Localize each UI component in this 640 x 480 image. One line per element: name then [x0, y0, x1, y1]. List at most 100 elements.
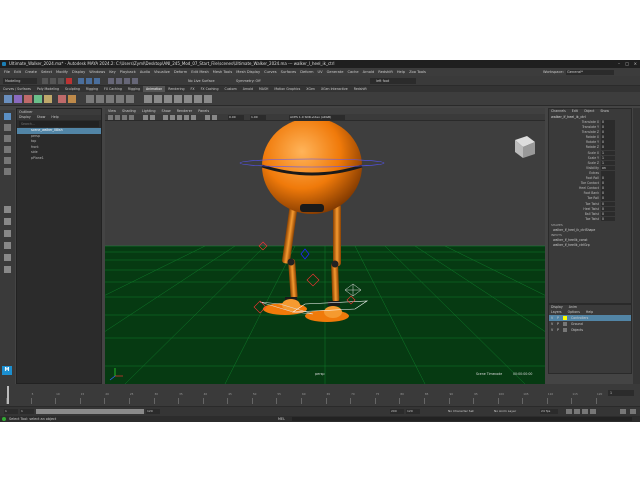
- shelf-scale-icon[interactable]: [116, 95, 124, 103]
- shelf-ik-icon[interactable]: [68, 95, 76, 103]
- shelf-aim-icon[interactable]: [126, 95, 134, 103]
- auto-key-icon[interactable]: [620, 409, 626, 414]
- time-ruler[interactable]: 0510152025303540455055606570758085909510…: [6, 386, 602, 404]
- shelf-dope-sheet-icon[interactable]: [44, 95, 52, 103]
- close-icon[interactable]: ×: [634, 60, 637, 68]
- outliner-menu-show[interactable]: Show: [37, 115, 46, 119]
- channels-object-menu[interactable]: Object: [584, 109, 594, 113]
- channels-show-menu[interactable]: Show: [600, 109, 609, 113]
- textured-icon[interactable]: [177, 115, 182, 120]
- workspace-select[interactable]: General*: [566, 69, 614, 75]
- start-frame-field[interactable]: 1: [4, 409, 18, 414]
- outliner-search-input[interactable]: Search...: [19, 121, 99, 127]
- display-layer-row[interactable]: V P Objects: [549, 327, 631, 333]
- channel-attribute-value[interactable]: on: [601, 165, 615, 171]
- menu-mesh-tools[interactable]: Mesh Tools: [213, 68, 232, 76]
- outliner-menu-help[interactable]: Help: [51, 115, 58, 119]
- snap-point-icon[interactable]: [124, 78, 130, 84]
- viewport-menu-renderer[interactable]: Renderer: [177, 109, 192, 113]
- channel-attribute-value[interactable]: 0: [601, 186, 615, 191]
- prefs-icon[interactable]: [630, 409, 636, 414]
- live-surface-label[interactable]: No Live Surface: [188, 77, 215, 85]
- menu-redshift[interactable]: Redshift: [378, 68, 393, 76]
- channel-attribute-value[interactable]: 0: [601, 135, 615, 140]
- menu-generate[interactable]: Generate: [327, 68, 344, 76]
- menu-playback[interactable]: Playback: [120, 68, 136, 76]
- menu-visualize[interactable]: Visualize: [154, 68, 170, 76]
- colorspace-select[interactable]: ACES 1.0 SDR-video (sRGB): [289, 114, 345, 120]
- channel-attribute-value[interactable]: 0: [601, 140, 615, 145]
- shelf-turntable-icon[interactable]: [194, 95, 202, 103]
- snap-view-icon[interactable]: [132, 78, 138, 84]
- image-plane-icon[interactable]: [129, 115, 134, 120]
- channel-attribute-value[interactable]: 0: [601, 176, 615, 181]
- menu-uv[interactable]: UV: [318, 68, 323, 76]
- select-object-icon[interactable]: [86, 78, 92, 84]
- layers-menu[interactable]: Layers: [551, 310, 562, 314]
- symmetry-label[interactable]: Symmetry: Off: [236, 77, 261, 85]
- persp-graph-layout-icon[interactable]: [4, 242, 11, 249]
- help-menu[interactable]: Help: [586, 310, 593, 314]
- current-frame-field[interactable]: 1: [608, 390, 634, 396]
- channels-menu[interactable]: Channels: [551, 109, 566, 113]
- wireframe-icon[interactable]: [163, 115, 168, 120]
- snap-curve-icon[interactable]: [116, 78, 122, 84]
- channel-attribute-value[interactable]: 0: [601, 120, 615, 125]
- outliner-menu-display[interactable]: Display: [19, 115, 31, 119]
- channel-attribute-value[interactable]: 1: [601, 160, 615, 166]
- input-node[interactable]: walker_lf_heelIk_ctrlGrp: [549, 243, 631, 248]
- layer-color-swatch[interactable]: [563, 316, 567, 320]
- channel-attribute-value[interactable]: 1: [601, 155, 615, 161]
- viewport-menu-panels[interactable]: Panels: [198, 109, 209, 113]
- shelf-orient-icon[interactable]: [106, 95, 114, 103]
- menu-curves[interactable]: Curves: [264, 68, 276, 76]
- outliner-layout-icon[interactable]: [4, 230, 11, 237]
- shelf-point-icon[interactable]: [96, 95, 104, 103]
- menu-create[interactable]: Create: [25, 68, 37, 76]
- menu-cache[interactable]: Cache: [347, 68, 358, 76]
- xray-icon[interactable]: [212, 115, 217, 120]
- layer-tab-anim[interactable]: Anim: [569, 305, 577, 309]
- mel-label[interactable]: MEL: [278, 416, 285, 422]
- menu-edit[interactable]: Edit: [14, 68, 21, 76]
- menu-display[interactable]: Display: [72, 68, 85, 76]
- minimize-icon[interactable]: –: [618, 60, 620, 68]
- play-back-icon[interactable]: [566, 409, 572, 414]
- search-icon[interactable]: [4, 266, 11, 273]
- menu-zoo-tools[interactable]: Zoo Tools: [409, 68, 426, 76]
- range-bar[interactable]: [36, 409, 144, 414]
- layer-playback-toggle[interactable]: P: [555, 327, 561, 333]
- viewport-3d[interactable]: persp Scene Timecode 00:00:00:00: [105, 114, 545, 384]
- channel-attribute-value[interactable]: 0: [601, 201, 615, 207]
- rotate-tool-icon[interactable]: [4, 157, 11, 164]
- move-tool-icon[interactable]: [4, 146, 11, 153]
- viewport-menu-shading[interactable]: Shading: [122, 109, 136, 113]
- channel-attribute-value[interactable]: 1: [601, 150, 615, 156]
- channel-attribute-row[interactable]: Toe Twist 0: [549, 216, 631, 222]
- undo-icon[interactable]: [66, 78, 72, 84]
- lights-icon[interactable]: [184, 115, 189, 120]
- viewport-menu-lighting[interactable]: Lighting: [142, 109, 156, 113]
- menu-deform[interactable]: Deform: [174, 68, 187, 76]
- channel-attribute-value[interactable]: 0: [601, 196, 615, 201]
- menu-arnold[interactable]: Arnold: [363, 68, 375, 76]
- character-set-select[interactable]: No Character Set: [448, 409, 488, 414]
- four-view-icon[interactable]: [4, 218, 11, 225]
- channel-attribute-value[interactable]: 0: [601, 130, 615, 135]
- isolate-select-icon[interactable]: [205, 115, 210, 120]
- channel-attribute-value[interactable]: 0: [601, 206, 615, 212]
- menu-deform-2[interactable]: Deform: [300, 68, 313, 76]
- channel-attribute-value[interactable]: 0: [601, 125, 615, 130]
- menu-file[interactable]: File: [4, 68, 10, 76]
- single-view-icon[interactable]: [4, 206, 11, 213]
- layer-color-swatch[interactable]: [563, 322, 567, 326]
- anim-layer-select[interactable]: No Anim Layer: [494, 409, 530, 414]
- shelf-path-icon[interactable]: [164, 95, 172, 103]
- menu-modify[interactable]: Modify: [56, 68, 68, 76]
- exposure-field[interactable]: 0.00: [228, 114, 244, 120]
- shelf-joint-icon[interactable]: [58, 95, 66, 103]
- range-end-field[interactable]: 120: [146, 409, 160, 414]
- shelf-sound-icon[interactable]: [204, 95, 212, 103]
- menu-windows[interactable]: Windows: [89, 68, 105, 76]
- layer-color-swatch[interactable]: [563, 328, 567, 332]
